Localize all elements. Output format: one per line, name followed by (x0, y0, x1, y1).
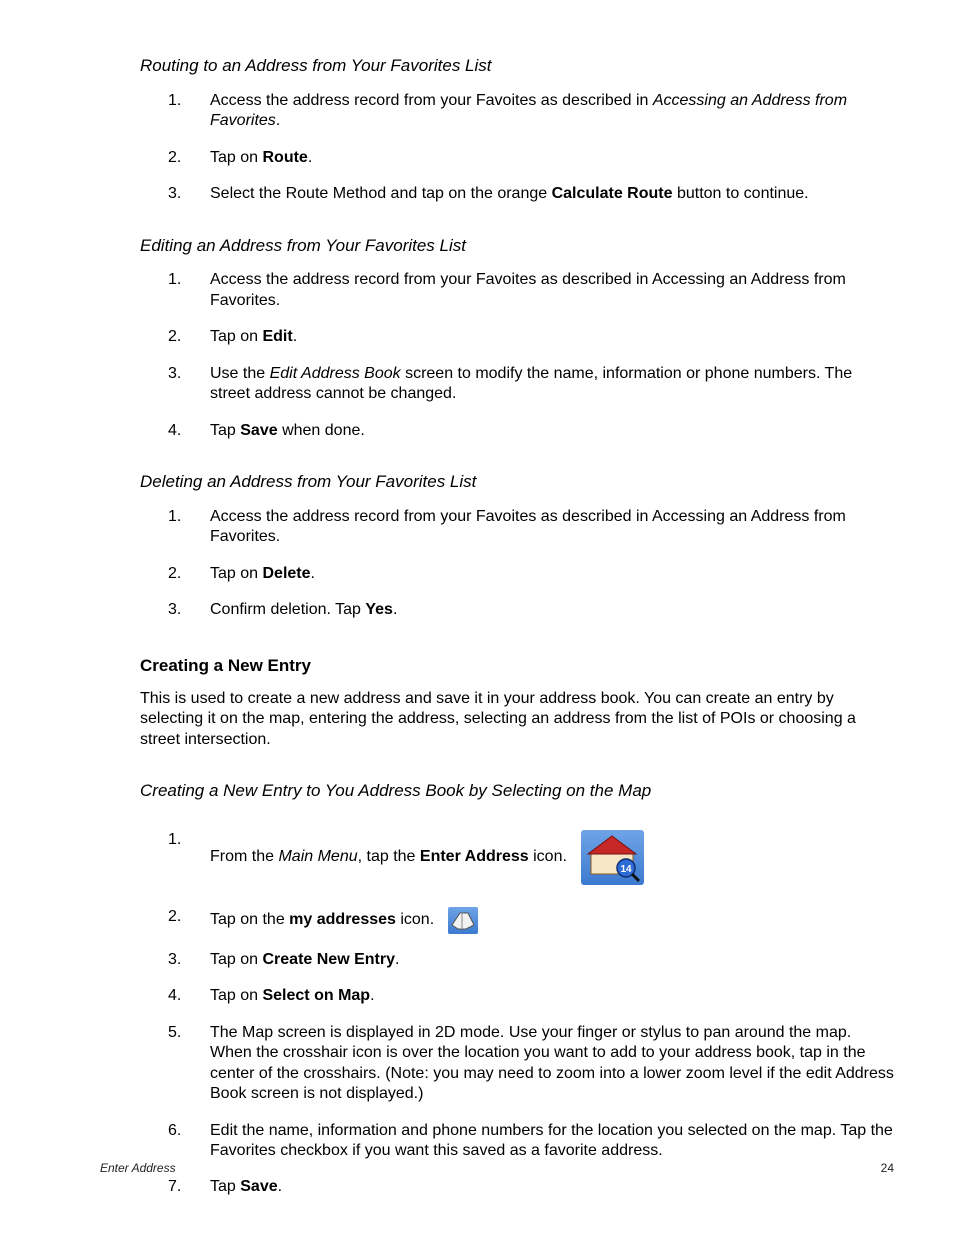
page-number: 24 (881, 1161, 894, 1175)
list-item: 3. Use the Edit Address Book screen to m… (140, 364, 894, 405)
list-number: 2. (168, 148, 181, 168)
text-bold: Route (262, 149, 307, 166)
list-number: 1. (168, 91, 181, 111)
text: button to continue. (673, 185, 809, 202)
list-number: 1. (168, 507, 181, 527)
heading-creating-map: Creating a New Entry to You Address Book… (140, 780, 894, 802)
list-item: 3. Tap on Create New Entry. (140, 950, 894, 970)
text: Tap on (210, 328, 262, 345)
list-creating-map: 1. From the Main Menu, tap the Enter Add… (140, 830, 894, 1198)
heading-creating: Creating a New Entry (140, 655, 894, 677)
list-item: 5. The Map screen is displayed in 2D mod… (140, 1023, 894, 1105)
text-bold: Yes (365, 601, 393, 618)
list-number: 6. (168, 1121, 181, 1141)
list-item: 1. Access the address record from your F… (140, 507, 894, 548)
my-addresses-icon (448, 907, 478, 934)
paragraph: This is used to create a new address and… (140, 689, 894, 750)
list-item: 6. Edit the name, information and phone … (140, 1121, 894, 1162)
text: . (308, 149, 312, 166)
text: when done. (278, 422, 365, 439)
text-emph: Edit Address Book (270, 365, 401, 382)
text: Tap on (210, 149, 262, 166)
text-bold: Select on Map (262, 987, 370, 1004)
list-item: 2. Tap on Route. (140, 148, 894, 168)
list-item: 3. Confirm deletion. Tap Yes. (140, 600, 894, 620)
text: , tap the (358, 848, 420, 865)
list-item: 2. Tap on Edit. (140, 327, 894, 347)
list-number: 2. (168, 564, 181, 584)
text: . (276, 112, 280, 129)
text: . (395, 951, 399, 968)
heading-deleting: Deleting an Address from Your Favorites … (140, 471, 894, 493)
list-number: 3. (168, 184, 181, 204)
text: Use the (210, 365, 270, 382)
list-deleting: 1. Access the address record from your F… (140, 507, 894, 621)
list-number: 3. (168, 364, 181, 384)
list-number: 2. (168, 327, 181, 347)
list-number: 1. (168, 270, 181, 290)
list-number: 5. (168, 1023, 181, 1043)
list-item: 1. From the Main Menu, tap the Enter Add… (140, 830, 894, 885)
text: Tap (210, 1178, 240, 1195)
text-bold: my addresses (289, 911, 396, 928)
list-item: 2. Tap on the my addresses icon. (140, 907, 894, 934)
text: . (278, 1178, 282, 1195)
text: icon. (396, 911, 434, 928)
text: . (311, 565, 315, 582)
list-item: 4. Tap Save when done. (140, 421, 894, 441)
text: Access the address record from your Favo… (210, 508, 846, 545)
list-item: 2. Tap on Delete. (140, 564, 894, 584)
text: Confirm deletion. Tap (210, 601, 365, 618)
text: Select the Route Method and tap on the o… (210, 185, 552, 202)
list-routing: 1. Access the address record from your F… (140, 91, 894, 205)
text: From the (210, 848, 278, 865)
text-bold: Calculate Route (552, 185, 673, 202)
text: icon. (529, 848, 567, 865)
svg-text:14: 14 (620, 864, 632, 875)
text-bold: Delete (262, 565, 310, 582)
list-number: 4. (168, 986, 181, 1006)
text: . (293, 328, 297, 345)
footer-section: Enter Address (100, 1161, 176, 1175)
text: Tap on (210, 951, 262, 968)
heading-editing: Editing an Address from Your Favorites L… (140, 235, 894, 257)
list-item: 1. Access the address record from your F… (140, 91, 894, 132)
text: Access the address record from your Favo… (210, 271, 846, 308)
list-item: 3. Select the Route Method and tap on th… (140, 184, 894, 204)
page: Routing to an Address from Your Favorite… (0, 0, 954, 1235)
list-number: 1. (168, 830, 181, 850)
list-number: 3. (168, 600, 181, 620)
heading-routing: Routing to an Address from Your Favorite… (140, 55, 894, 77)
text: . (393, 601, 397, 618)
footer: Enter Address 24 (100, 1161, 894, 1175)
list-item: 4. Tap on Select on Map. (140, 986, 894, 1006)
text: . (370, 987, 374, 1004)
text: Tap on the (210, 911, 289, 928)
text: Tap (210, 422, 240, 439)
text-bold: Create New Entry (262, 951, 395, 968)
list-item: 1. Access the address record from your F… (140, 270, 894, 311)
enter-address-icon: 14 (581, 830, 644, 885)
text: The Map screen is displayed in 2D mode. … (210, 1024, 894, 1102)
text-bold: Edit (262, 328, 292, 345)
text-bold: Save (240, 422, 277, 439)
text-bold: Enter Address (420, 848, 529, 865)
text: Tap on (210, 565, 262, 582)
list-editing: 1. Access the address record from your F… (140, 270, 894, 441)
list-number: 3. (168, 950, 181, 970)
list-item: 7. Tap Save. (140, 1177, 894, 1197)
list-number: 7. (168, 1177, 181, 1197)
list-number: 4. (168, 421, 181, 441)
text-bold: Save (240, 1178, 277, 1195)
text: Access the address record from your Favo… (210, 92, 653, 109)
text: Edit the name, information and phone num… (210, 1122, 893, 1159)
list-number: 2. (168, 907, 181, 927)
text-emph: Main Menu (278, 848, 357, 865)
content: Routing to an Address from Your Favorite… (100, 55, 894, 1198)
text: Tap on (210, 987, 262, 1004)
